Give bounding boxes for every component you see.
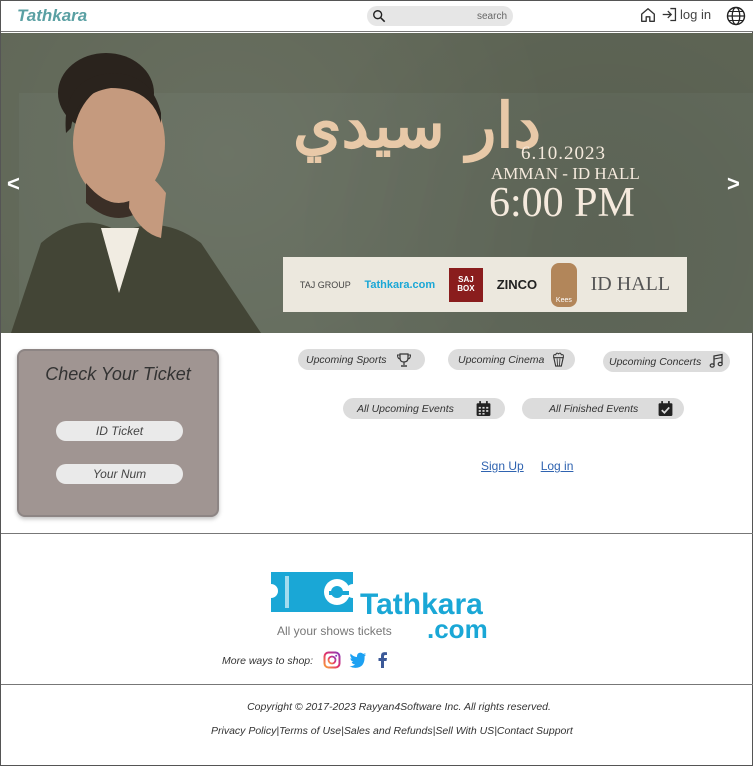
calendar-icon [476, 401, 491, 416]
trophy-icon [396, 353, 412, 367]
event-date: 6.10.2023 [521, 143, 606, 164]
top-navbar: Tathkara log in [1, 1, 753, 32]
facebook-icon[interactable] [374, 651, 392, 669]
tathkara-logo: Tathkara All your shows tickets .com [267, 568, 519, 644]
home-icon[interactable] [639, 6, 657, 24]
calendar-check-icon [658, 401, 673, 416]
carousel-prev-button[interactable]: < [7, 171, 20, 197]
upcoming-sports-label: Upcoming Sports [306, 353, 387, 366]
upcoming-cinema-label: Upcoming Cinema [458, 353, 545, 366]
instagram-icon[interactable] [323, 651, 341, 669]
sponsor-logo: TAJ GROUP [299, 279, 351, 290]
sell-with-us-link[interactable]: Sell With US [435, 725, 494, 737]
globe-language-icon[interactable] [726, 6, 746, 26]
page: Tathkara log in [0, 0, 753, 766]
popcorn-icon [553, 352, 564, 367]
all-upcoming-events-label: All Upcoming Events [357, 402, 454, 415]
sponsor-logo: Tathkara.com [364, 278, 436, 291]
search-bar[interactable] [367, 6, 513, 26]
phone-number-input[interactable] [56, 464, 183, 484]
contact-support-link[interactable]: Contact Support [497, 725, 573, 737]
sponsor-strip: TAJ GROUP Tathkara.com SAJ BOX ZINCO Kee… [283, 257, 687, 312]
event-title: دار سيدي [293, 89, 542, 162]
upcoming-sports-button[interactable]: Upcoming Sports [298, 349, 425, 370]
sponsor-logo: Kees [550, 262, 577, 307]
all-upcoming-events-button[interactable]: All Upcoming Events [343, 398, 505, 419]
signup-link[interactable]: Sign Up [481, 459, 524, 473]
event-carousel: دار سيدي 6.10.2023 AMMAN - ID HALL 6:00 … [1, 33, 753, 333]
all-finished-events-button[interactable]: All Finished Events [522, 398, 684, 419]
check-ticket-title: Check Your Ticket [45, 364, 191, 384]
sponsor-logo: ID HALL [590, 273, 671, 295]
ticket-id-input[interactable] [56, 421, 183, 441]
privacy-policy-link[interactable]: Privacy Policy [211, 725, 276, 737]
logo-domain: .com [427, 614, 488, 644]
check-ticket-card: Check Your Ticket [17, 349, 219, 517]
sales-refunds-link[interactable]: Sales and Refunds [344, 725, 433, 737]
artist-photo [11, 53, 261, 333]
login-link-secondary[interactable]: Log in [541, 459, 574, 473]
twitter-icon[interactable] [349, 651, 367, 669]
more-ways-label: More ways to shop: [222, 655, 314, 667]
ticket-logo-icon [271, 572, 353, 612]
search-input[interactable] [391, 8, 507, 24]
copyright-text: Copyright © 2017-2023 Rayyan4Software In… [247, 701, 551, 713]
sponsor-logo: ZINCO [496, 277, 538, 292]
upcoming-concerts-label: Upcoming Concerts [609, 355, 702, 368]
terms-of-use-link[interactable]: Terms of Use [279, 725, 341, 737]
logo-tagline: All your shows tickets [277, 624, 392, 638]
sponsor-logo: SAJ BOX [448, 267, 483, 302]
carousel-next-button[interactable]: > [727, 171, 740, 197]
login-link[interactable]: log in [680, 7, 711, 22]
music-note-icon [709, 353, 723, 368]
upcoming-cinema-button[interactable]: Upcoming Cinema [448, 349, 575, 370]
login-icon[interactable] [661, 6, 678, 23]
event-time: 6:00 PM [489, 180, 635, 226]
all-finished-events-label: All Finished Events [549, 402, 639, 415]
brand-name[interactable]: Tathkara [17, 6, 87, 26]
legal-links: Privacy Policy|Terms of Use|Sales and Re… [211, 725, 573, 737]
upcoming-concerts-button[interactable]: Upcoming Concerts [603, 351, 730, 372]
search-icon [373, 10, 386, 23]
auth-links: Sign Up Log in [481, 459, 590, 473]
footer-brand-area: Tathkara All your shows tickets .com Mor… [1, 533, 753, 685]
